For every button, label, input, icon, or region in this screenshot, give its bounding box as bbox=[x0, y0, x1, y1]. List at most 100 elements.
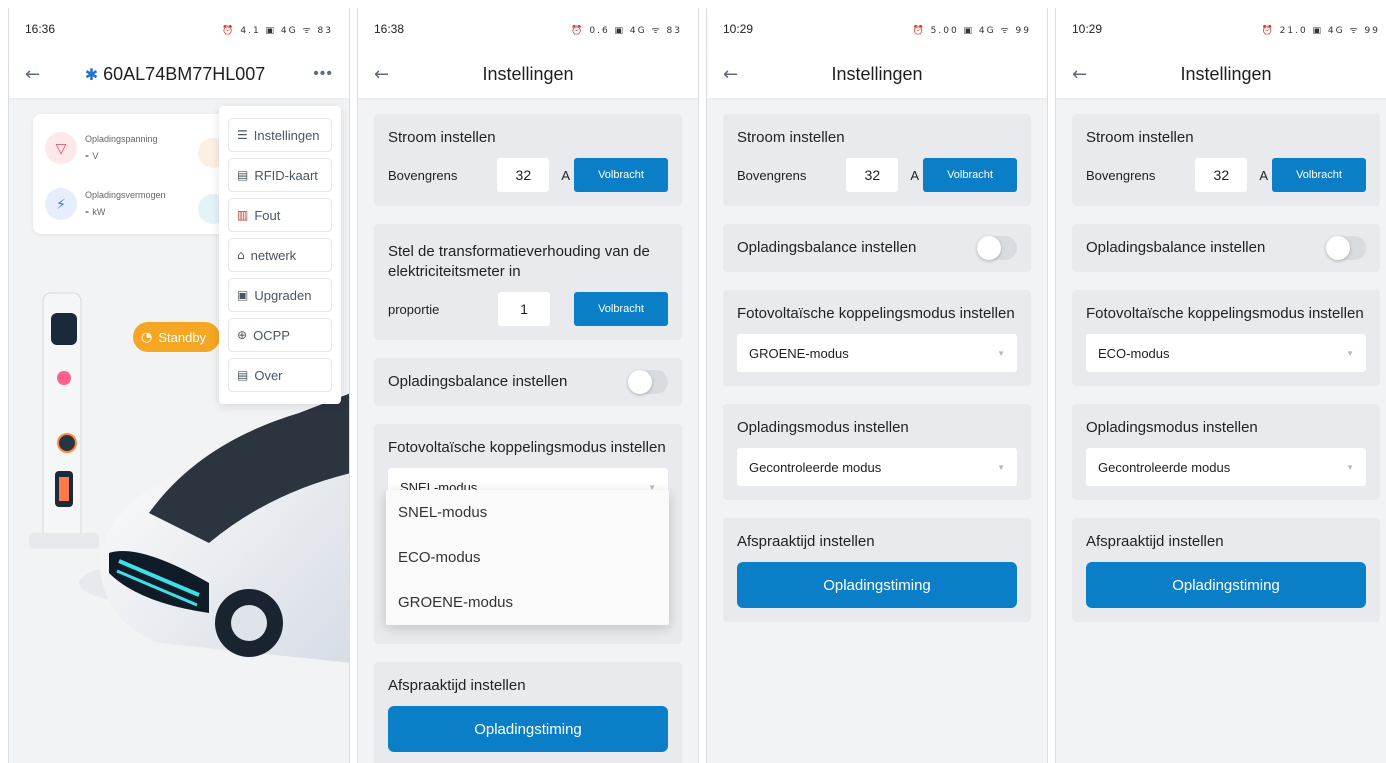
menu-item-label: Fout bbox=[254, 207, 281, 223]
globe-icon: ⊕ bbox=[237, 328, 248, 342]
stat-power: ⚡ Opladingsvermogen - kW bbox=[45, 188, 166, 220]
info-icon: ▤ bbox=[237, 368, 249, 382]
menu-item-settings[interactable]: ☰ Instellingen bbox=[228, 118, 332, 152]
ratio-input[interactable]: 1 bbox=[498, 292, 550, 326]
back-arrow-icon[interactable]: ← bbox=[723, 64, 738, 85]
status-icons: ⏰ 5.00 ▣ 4G ᯤ 99 bbox=[912, 25, 1031, 36]
standby-label: Standby bbox=[158, 329, 207, 345]
car bbox=[99, 393, 349, 663]
app-header: ← Instellingen bbox=[1056, 50, 1386, 98]
card-title: Stroom instellen bbox=[737, 129, 845, 146]
stat-label: Opladingsvermogen bbox=[85, 190, 166, 200]
voltage-icon: ▽ bbox=[45, 132, 77, 164]
card-title: Fotovoltaïsche koppelingsmodus instellen bbox=[1086, 305, 1364, 322]
caret-down-icon: ▼ bbox=[997, 348, 1005, 358]
charger-post bbox=[29, 292, 99, 549]
menu-item-error[interactable]: ▥ Fout bbox=[228, 198, 332, 232]
page-title: Instellingen bbox=[831, 63, 923, 84]
ratio-label: proportie bbox=[388, 301, 440, 317]
status-bar: 16:36 ⏰ 4.1 ▣ 4G ᯤ 83 bbox=[9, 8, 349, 50]
status-time: 10:29 bbox=[723, 22, 754, 36]
balance-card: Opladingsbalance instellen bbox=[1072, 224, 1380, 272]
pv-mode-card: Fotovoltaïsche koppelingsmodus instellen… bbox=[723, 290, 1031, 386]
menu-item-label: Instellingen bbox=[253, 127, 320, 143]
bluetooth-icon: ✱ bbox=[84, 64, 99, 84]
card-icon: ▤ bbox=[237, 168, 249, 182]
menu-item-rfid[interactable]: ▤ RFID-kaart bbox=[228, 158, 332, 192]
menu-item-network[interactable]: ⌂ netwerk bbox=[228, 238, 332, 272]
limit-input[interactable]: 32 bbox=[497, 158, 550, 192]
current-card: Stroom instellen Bovengrens 32 A Volbrac… bbox=[723, 114, 1031, 206]
back-arrow-icon[interactable]: ← bbox=[1072, 64, 1087, 85]
limit-label: Bovengrens bbox=[388, 167, 458, 183]
limit-input[interactable]: 32 bbox=[846, 158, 899, 192]
stat-unit: V bbox=[92, 151, 99, 161]
pv-mode-select[interactable]: GROENE-modus ▼ bbox=[737, 334, 1017, 372]
balance-toggle[interactable] bbox=[1326, 236, 1366, 260]
status-icons: ⏰ 4.1 ▣ 4G ᯤ 83 bbox=[222, 25, 333, 36]
menu-item-about[interactable]: ▤ Over bbox=[228, 358, 332, 392]
status-bar: 10:29 ⏰ 5.00 ▣ 4G ᯤ 99 bbox=[707, 8, 1047, 50]
current-card: Stroom instellen Bovengrens 32 A Volbrac… bbox=[374, 114, 682, 206]
card-title: Stel de transformatieverhouding van de e… bbox=[388, 243, 650, 280]
card-title: Opladingsmodus instellen bbox=[737, 419, 909, 436]
select-value: Gecontroleerde modus bbox=[1098, 459, 1231, 475]
screen-settings-green: 10:29 ⏰ 5.00 ▣ 4G ᯤ 99 ← Instellingen St… bbox=[706, 8, 1048, 763]
clock-icon: ◔ bbox=[141, 329, 153, 345]
back-arrow-icon[interactable]: ← bbox=[374, 64, 389, 85]
screen-settings-eco: 10:29 ⏰ 21.0 ▣ 4G ᯤ 99 ← Instellingen St… bbox=[1055, 8, 1386, 763]
status-icons: ⏰ 21.0 ▣ 4G ᯤ 99 bbox=[1261, 25, 1380, 36]
stat-label: Opladingspanning bbox=[85, 134, 158, 144]
charging-timing-button[interactable]: Opladingstiming bbox=[1086, 562, 1366, 608]
done-button[interactable]: Volbracht bbox=[574, 292, 668, 326]
done-button[interactable]: Volbracht bbox=[923, 158, 1017, 192]
card-title: Stroom instellen bbox=[388, 129, 496, 146]
app-header: ← ✱ 60AL74BM77HL007 ••• bbox=[9, 50, 349, 98]
screen-settings-dropdown: 16:38 ⏰ 0.6 ▣ 4G ᯤ 83 ← Instellingen Str… bbox=[357, 8, 699, 763]
status-time: 10:29 bbox=[1072, 22, 1103, 36]
card-title: Fotovoltaïsche koppelingsmodus instellen bbox=[737, 305, 1015, 322]
popup-menu: ☰ Instellingen ▤ RFID-kaart ▥ Fout ⌂ netwerk… bbox=[219, 106, 341, 404]
done-button[interactable]: Volbracht bbox=[1272, 158, 1366, 192]
card-title: Opladingsmodus instellen bbox=[1086, 419, 1258, 436]
charging-mode-card: Opladingsmodus instellen Gecontroleerde … bbox=[723, 404, 1031, 500]
stat-voltage: ▽ Opladingspanning - V bbox=[45, 132, 158, 164]
toggle-knob bbox=[1326, 236, 1350, 260]
stat-unit: kW bbox=[92, 207, 106, 217]
done-button[interactable]: Volbracht bbox=[574, 158, 668, 192]
charging-mode-select[interactable]: Gecontroleerde modus ▼ bbox=[737, 448, 1017, 486]
error-icon: ▥ bbox=[237, 208, 249, 222]
card-title: Opladingsbalance instellen bbox=[1086, 239, 1266, 256]
dropdown-option[interactable]: GROENE-modus bbox=[386, 580, 669, 625]
app-header: ← Instellingen bbox=[707, 50, 1047, 98]
card-title: Opladingsbalance instellen bbox=[388, 373, 568, 390]
screen-device: 16:36 ⏰ 4.1 ▣ 4G ᯤ 83 ← ✱ 60AL74BM77HL00… bbox=[8, 8, 350, 763]
dropdown-option[interactable]: ECO-modus bbox=[386, 535, 669, 580]
back-arrow-icon[interactable]: ← bbox=[25, 64, 40, 85]
caret-down-icon: ▼ bbox=[1346, 462, 1354, 472]
current-card: Stroom instellen Bovengrens 32 A Volbrac… bbox=[1072, 114, 1380, 206]
dropdown-option[interactable]: SNEL-modus bbox=[386, 490, 669, 535]
more-dots-icon[interactable]: ••• bbox=[313, 65, 333, 83]
charging-timing-button[interactable]: Opladingstiming bbox=[388, 706, 668, 752]
ratio-row: proportie 1 Volbracht bbox=[388, 292, 668, 326]
upgrade-icon: ▣ bbox=[237, 288, 249, 302]
toggle-knob bbox=[977, 236, 1001, 260]
menu-item-upgrade[interactable]: ▣ Upgraden bbox=[228, 278, 332, 312]
caret-down-icon: ▼ bbox=[997, 462, 1005, 472]
limit-row: Bovengrens 32 A Volbracht bbox=[737, 158, 1017, 192]
balance-toggle[interactable] bbox=[628, 370, 668, 394]
settings-icon: ☰ bbox=[237, 128, 248, 142]
stat-value: - kW bbox=[85, 204, 166, 218]
charging-mode-card: Opladingsmodus instellen Gecontroleerde … bbox=[1072, 404, 1380, 500]
select-value: GROENE-modus bbox=[749, 345, 849, 361]
appointment-card: Afspraaktijd instellen Opladingstiming bbox=[723, 518, 1031, 622]
limit-input[interactable]: 32 bbox=[1195, 158, 1248, 192]
pv-mode-select[interactable]: ECO-modus ▼ bbox=[1086, 334, 1366, 372]
charging-timing-button[interactable]: Opladingstiming bbox=[737, 562, 1017, 608]
balance-toggle[interactable] bbox=[977, 236, 1017, 260]
limit-label: Bovengrens bbox=[737, 167, 807, 183]
charging-mode-select[interactable]: Gecontroleerde modus ▼ bbox=[1086, 448, 1366, 486]
menu-item-label: netwerk bbox=[250, 247, 297, 263]
menu-item-ocpp[interactable]: ⊕ OCPP bbox=[228, 318, 332, 352]
